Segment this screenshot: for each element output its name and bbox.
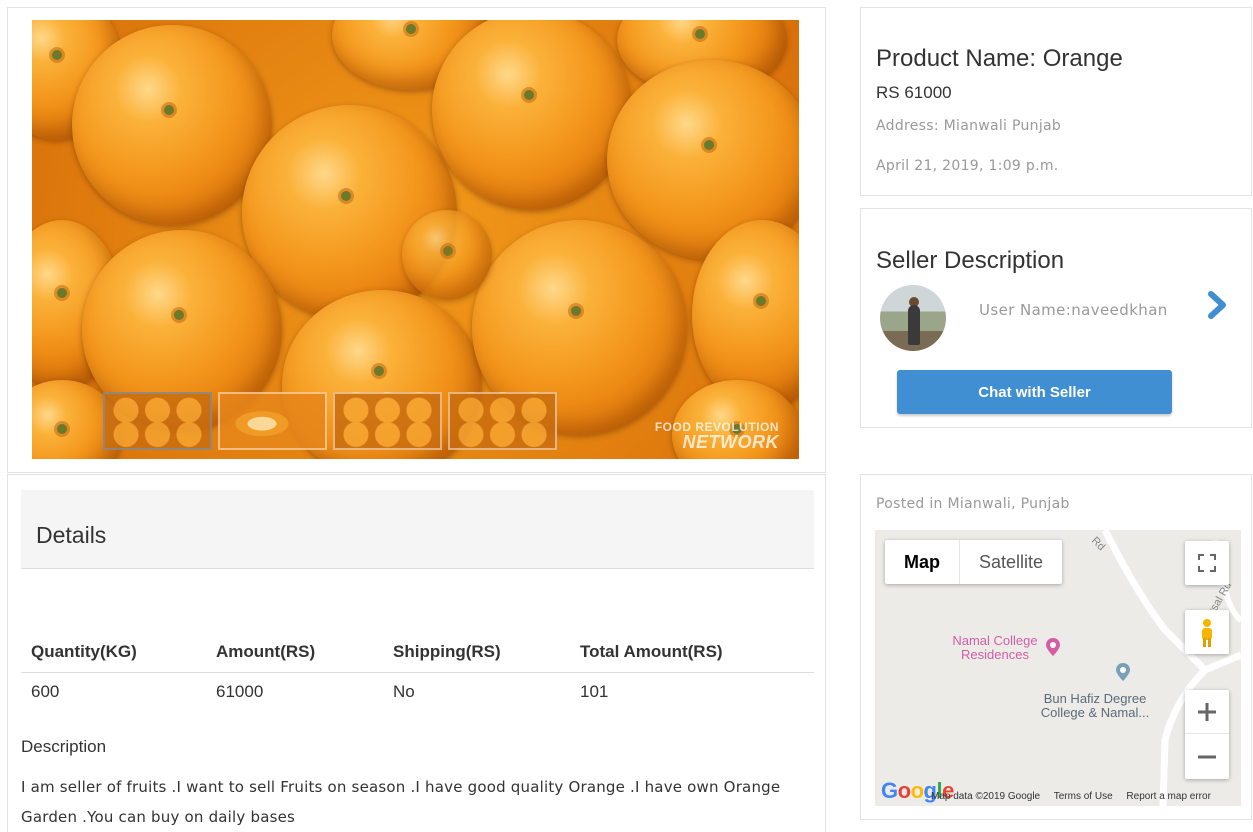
zoom-control (1185, 690, 1229, 779)
table-header-row: Quantity(KG) Amount(RS) Shipping(RS) Tot… (21, 632, 814, 673)
zoom-out-icon[interactable] (1185, 735, 1229, 779)
cell-total-amount: 101 (580, 682, 609, 702)
fullscreen-icon[interactable] (1185, 541, 1229, 585)
poi-namal-college[interactable]: Namal College Residences (935, 634, 1055, 662)
details-panel: Details Quantity(KG) Amount(RS) Shipping… (7, 474, 826, 832)
map-data-attribution: Map data ©2019 Google (931, 791, 1041, 802)
map-view[interactable]: Rd rsal Rd Map Satellite Namal College R… (875, 530, 1241, 806)
seller-title: Seller Description (876, 247, 1065, 274)
seller-username: User Name:naveedkhan (979, 301, 1168, 319)
product-address: Address: Mianwali Punjab (876, 118, 1062, 134)
watermark: FOOD REVOLUTION NETWORK (655, 421, 779, 451)
poi-label-line-2: Residences (961, 647, 1029, 662)
chat-with-seller-button[interactable]: Chat with Seller (897, 370, 1172, 414)
map-pin-icon[interactable] (1046, 638, 1060, 661)
posted-in-location: Posted in Mianwali, Punjab (876, 496, 1070, 512)
col-shipping: Shipping(RS) (383, 632, 570, 673)
map-type-map[interactable]: Map (885, 540, 960, 584)
details-title: Details (36, 522, 107, 548)
details-header: Details (21, 490, 814, 569)
pegman-icon[interactable] (1185, 610, 1229, 654)
description-text: I am seller of fruits .I want to sell Fr… (21, 778, 781, 826)
col-quantity: Quantity(KG) (21, 632, 206, 673)
terms-of-use-link[interactable]: Terms of Use (1054, 791, 1113, 802)
poi-bun-hafiz-college[interactable]: Bun Hafiz Degree College & Namal... (1025, 692, 1165, 720)
poi-label-line-1: Bun Hafiz Degree (1043, 691, 1147, 706)
avatar[interactable] (880, 285, 946, 351)
product-date: April 21, 2019, 1:09 p.m. (876, 158, 1059, 174)
col-amount: Amount(RS) (206, 632, 383, 673)
product-price: RS 61000 (876, 83, 952, 102)
gallery-thumbnail-3[interactable] (333, 392, 442, 450)
cell-shipping: No (393, 682, 415, 702)
cell-quantity: 600 (31, 682, 60, 702)
chevron-right-icon[interactable] (1206, 289, 1230, 321)
map-footer: Map data ©2019 Google Terms of Use Repor… (931, 791, 1222, 802)
table-row: 600 61000 No 101 (21, 672, 814, 712)
map-type-satellite[interactable]: Satellite (960, 540, 1062, 584)
map-pin-icon[interactable] (1116, 663, 1130, 686)
spec-table: Quantity(KG) Amount(RS) Shipping(RS) Tot… (21, 632, 814, 712)
product-name: Product Name: Orange (876, 45, 1123, 72)
map-type-toggle: Map Satellite (885, 540, 1063, 584)
col-total-amount: Total Amount(RS) (570, 632, 814, 673)
report-map-error-link[interactable]: Report a map error (1126, 791, 1210, 802)
poi-label-line-2: College & Namal... (1040, 705, 1150, 720)
map-panel: Posted in Mianwali, Punjab Rd rsal Rd Ma… (860, 474, 1252, 820)
description-label: Description (21, 737, 107, 756)
poi-label-line-1: Namal College (952, 633, 1038, 648)
gallery-thumbnail-4[interactable] (448, 392, 557, 450)
watermark-line-2: NETWORK (682, 432, 779, 452)
product-gallery: FOOD REVOLUTION NETWORK (7, 7, 826, 473)
gallery-thumbnail-1[interactable] (103, 392, 212, 450)
product-info-panel: Product Name: Orange RS 61000 Address: M… (860, 7, 1252, 196)
zoom-in-icon[interactable] (1185, 690, 1229, 734)
seller-panel: Seller Description User Name:naveedkhan … (860, 208, 1252, 428)
cell-amount: 61000 (216, 682, 264, 702)
gallery-thumbnail-2[interactable] (218, 392, 327, 450)
